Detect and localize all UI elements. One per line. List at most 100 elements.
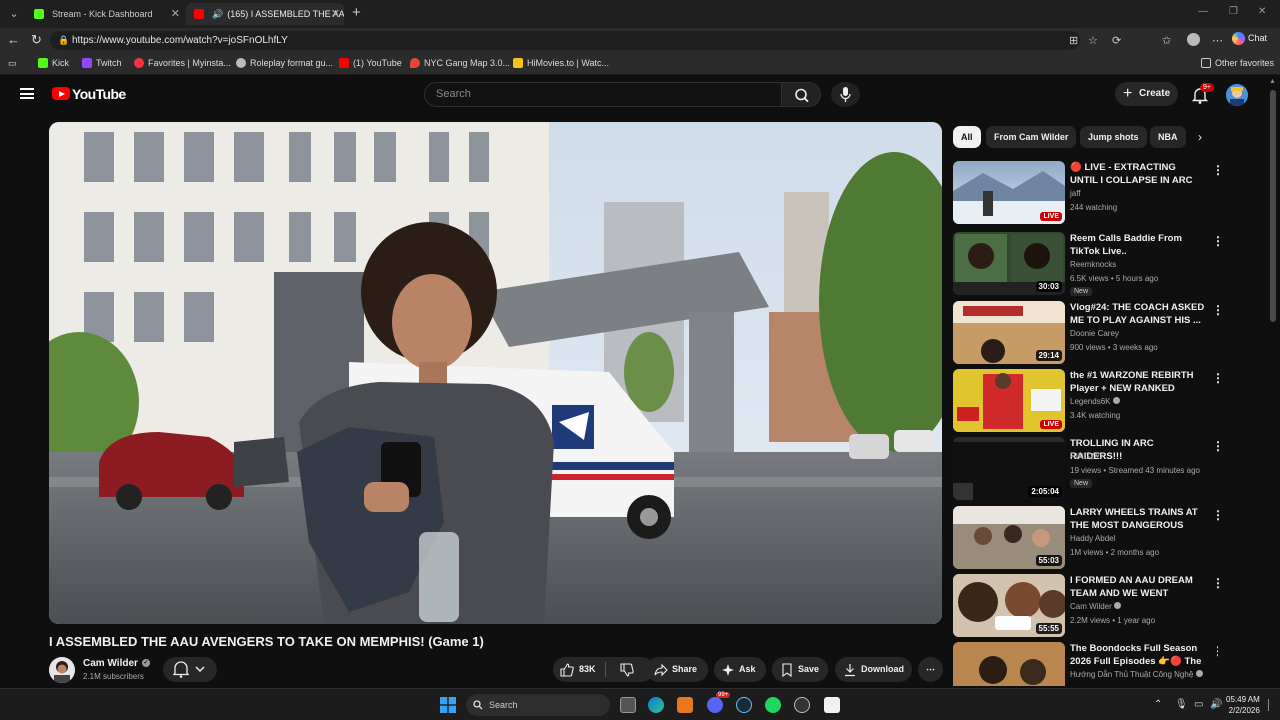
scroll-up-arrow-icon[interactable]: ▲: [1269, 78, 1276, 85]
back-button[interactable]: ←: [7, 32, 20, 47]
volume-icon[interactable]: 🔊: [1210, 699, 1222, 710]
video-thumbnail[interactable]: 29:14: [953, 301, 1065, 364]
video-thumbnail[interactable]: LIVE: [953, 161, 1065, 224]
favorites-icon[interactable]: ✩: [1162, 34, 1171, 47]
menu-icon[interactable]: [20, 88, 34, 99]
more-vertical-icon[interactable]: ⋮: [1212, 303, 1224, 317]
recommendation-channel[interactable]: Reemknocks: [1070, 260, 1116, 269]
ask-button[interactable]: Ask: [714, 657, 766, 682]
more-vertical-icon[interactable]: ⋮: [1212, 371, 1224, 385]
chip-jump-shots[interactable]: Jump shots: [1080, 126, 1147, 148]
recommendation-channel[interactable]: RINGZY: [1070, 452, 1100, 461]
close-icon[interactable]: ✕: [331, 3, 340, 25]
window-close-button[interactable]: ✕: [1258, 6, 1266, 17]
bookmark-roleplay[interactable]: Roleplay format gu...: [236, 58, 333, 68]
video-thumbnail[interactable]: 55:03: [953, 506, 1065, 569]
chip-all[interactable]: All: [953, 126, 981, 148]
recommendation-channel[interactable]: jaff: [1070, 189, 1081, 198]
edge-browser-icon[interactable]: [648, 697, 664, 713]
xbox-icon[interactable]: [765, 697, 781, 713]
recommendation-channel[interactable]: Doonie Carey: [1070, 329, 1119, 338]
tab-actions-chevron-icon[interactable]: ⌄: [6, 6, 22, 22]
recommendation-title[interactable]: 🔴 LIVE - EXTRACTING UNTIL I COLLAPSE IN …: [1070, 161, 1206, 188]
voice-search-button[interactable]: [831, 82, 860, 107]
account-avatar[interactable]: [1226, 84, 1248, 106]
reload-button[interactable]: ↻: [31, 32, 42, 48]
bookmark-himovies[interactable]: HiMovies.to | Watc...: [513, 58, 609, 68]
recommendation-title[interactable]: The Boondocks Full Season 2026 Full Epis…: [1070, 642, 1206, 669]
more-menu-icon[interactable]: ⋯: [1212, 34, 1223, 47]
recommendation-title[interactable]: LARRY WHEELS TRAINS AT THE MOST DANGEROU…: [1070, 506, 1206, 533]
chip-nba[interactable]: NBA: [1150, 126, 1186, 148]
recommendation-item[interactable]: LIVE the #1 WARZONE REBIRTH Player + NEW…: [953, 369, 1224, 433]
maximize-button[interactable]: ❐: [1229, 6, 1238, 17]
channel-name[interactable]: Cam Wilder ✓: [83, 658, 150, 669]
video-thumbnail[interactable]: 30:03: [953, 232, 1065, 295]
search-input[interactable]: Search: [424, 82, 782, 107]
discord-icon[interactable]: [707, 697, 723, 713]
recommendation-item[interactable]: 2:05:04 TROLLING IN ARC RAIDERS!!! RINGZ…: [953, 437, 1224, 501]
chevron-right-icon[interactable]: ›: [1198, 130, 1202, 144]
more-vertical-icon[interactable]: ⋮: [1212, 163, 1224, 177]
show-hidden-icons-chevron-icon[interactable]: ⌃: [1154, 699, 1162, 710]
save-button[interactable]: Save: [772, 657, 828, 682]
recommendation-title[interactable]: I FORMED AN AAU DREAM TEAM AND WE WENT I…: [1070, 574, 1206, 601]
new-tab-button[interactable]: +: [352, 4, 361, 21]
bookmark-youtube[interactable]: (1) YouTube: [339, 58, 402, 68]
video-player[interactable]: [49, 122, 942, 624]
search-button[interactable]: [781, 82, 821, 107]
favorite-star-icon[interactable]: ☆: [1088, 34, 1098, 47]
browser-tab-youtube[interactable]: 🔊 (165) I ASSEMBLED THE AAU ✕: [186, 3, 344, 25]
browser-tab-kick[interactable]: Stream - Kick Dashboard ✕: [26, 3, 184, 25]
create-button[interactable]: + Create: [1115, 82, 1178, 106]
recommendation-item[interactable]: 55:03 LARRY WHEELS TRAINS AT THE MOST DA…: [953, 506, 1224, 570]
bookmark-nyc-gang-map[interactable]: NYC Gang Map 3.0...: [410, 58, 510, 68]
recommendation-item[interactable]: 55:55 I FORMED AN AAU DREAM TEAM AND WE …: [953, 574, 1224, 638]
recommendation-title[interactable]: Vlog#24: THE COACH ASKED ME TO PLAY AGAI…: [1070, 301, 1206, 327]
profile-avatar[interactable]: [1187, 33, 1200, 46]
share-button[interactable]: Share: [646, 657, 708, 682]
show-desktop-button[interactable]: [1268, 699, 1274, 711]
video-thumbnail[interactable]: 2:05:04: [953, 437, 1065, 500]
other-favorites[interactable]: Other favorites: [1201, 58, 1274, 68]
network-icon[interactable]: ▭: [1194, 699, 1203, 710]
task-view-icon[interactable]: [620, 697, 636, 713]
notepad-icon[interactable]: [824, 697, 840, 713]
more-vertical-icon[interactable]: ⋮: [1212, 508, 1224, 522]
recommendation-channel[interactable]: Legends6K: [1070, 397, 1120, 406]
extensions-icon[interactable]: ⟳: [1112, 34, 1121, 47]
recommendation-channel[interactable]: Hướng Dẫn Thủ Thuật Công Nghệ: [1070, 670, 1203, 679]
more-actions-button[interactable]: ⋯: [918, 657, 943, 682]
minimize-button[interactable]: —: [1198, 6, 1208, 17]
bookmarks-collections-icon[interactable]: ▭: [8, 58, 17, 69]
subscribed-notifications-button[interactable]: [163, 657, 217, 682]
recommendation-title[interactable]: the #1 WARZONE REBIRTH Player + NEW RANK…: [1070, 369, 1206, 396]
bookmark-twitch[interactable]: Twitch: [82, 58, 122, 68]
steam-icon[interactable]: [736, 697, 752, 713]
video-thumbnail[interactable]: [953, 642, 1065, 686]
bookmark-favorites[interactable]: Favorites | Myinsta...: [134, 58, 231, 68]
recommendation-item[interactable]: 30:03 Reem Calls Baddie From TikTok Live…: [953, 232, 1224, 296]
close-icon[interactable]: ✕: [171, 3, 180, 25]
app-icon-orange[interactable]: [677, 697, 693, 713]
channel-avatar[interactable]: [49, 657, 75, 683]
microphone-icon[interactable]: 🎙: [1175, 699, 1188, 710]
chip-from-channel[interactable]: From Cam Wilder: [986, 126, 1077, 148]
video-thumbnail[interactable]: LIVE: [953, 369, 1065, 432]
video-thumbnail[interactable]: 55:55: [953, 574, 1065, 637]
recommendation-item[interactable]: 29:14 Vlog#24: THE COACH ASKED ME TO PLA…: [953, 301, 1224, 365]
bookmark-kick[interactable]: Kick: [38, 58, 69, 68]
taskbar-clock[interactable]: 05:49 AM 2/2/2026: [1226, 694, 1260, 716]
page-scrollbar[interactable]: [1270, 90, 1276, 322]
speaker-icon[interactable]: 🔊: [212, 9, 223, 19]
taskbar-search[interactable]: Search: [466, 694, 610, 716]
recommendation-channel[interactable]: Haddy Abdel: [1070, 534, 1115, 543]
more-vertical-icon[interactable]: ⋮: [1212, 234, 1224, 248]
more-vertical-icon[interactable]: ⋮: [1212, 439, 1224, 453]
recommendation-item[interactable]: The Boondocks Full Season 2026 Full Epis…: [953, 642, 1218, 686]
windows-start-icon[interactable]: [440, 697, 456, 713]
copilot-chat-button[interactable]: Chat: [1232, 32, 1267, 45]
download-button[interactable]: Download: [835, 657, 912, 682]
recommendation-channel[interactable]: Cam Wilder: [1070, 602, 1122, 611]
recommendation-item[interactable]: LIVE 🔴 LIVE - EXTRACTING UNTIL I COLLAPS…: [953, 161, 1224, 225]
